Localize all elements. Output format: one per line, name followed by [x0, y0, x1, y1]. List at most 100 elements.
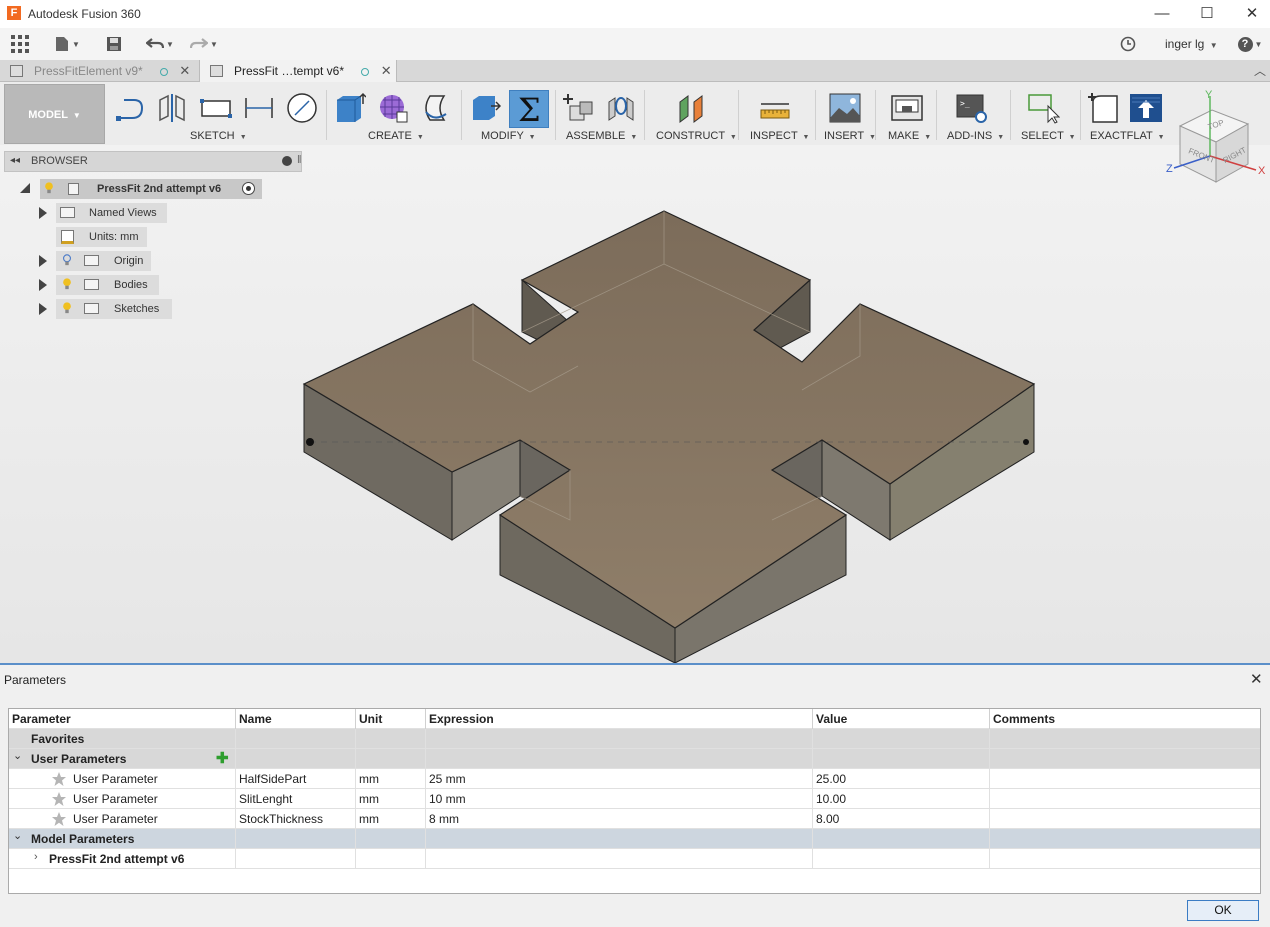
- sketch-circle-icon[interactable]: [286, 92, 318, 124]
- browser-item-bodies[interactable]: Bodies: [56, 275, 159, 295]
- cross-body[interactable]: [302, 210, 1036, 663]
- tab-pressfit-2nd-attempt[interactable]: PressFit …tempt v6* ✕: [199, 60, 397, 82]
- modify-menu[interactable]: MODIFY ▼: [481, 130, 536, 142]
- minimize-button[interactable]: —: [1140, 2, 1184, 26]
- column-header[interactable]: Name: [236, 709, 356, 729]
- 3d-print-icon[interactable]: [891, 92, 923, 124]
- visibility-bulb-icon[interactable]: [62, 302, 72, 314]
- create-menu[interactable]: CREATE ▼: [368, 130, 424, 142]
- expand-bodies-icon[interactable]: [39, 279, 47, 291]
- revolve-icon[interactable]: [420, 92, 452, 124]
- browser-minimize-icon[interactable]: [282, 156, 292, 166]
- expand-named-views-icon[interactable]: [39, 207, 47, 219]
- design-canvas[interactable]: [0, 145, 1270, 663]
- extrude-icon[interactable]: [334, 92, 367, 124]
- save-icon[interactable]: [103, 32, 125, 56]
- close-tab-icon[interactable]: ✕: [381, 60, 392, 82]
- cell-expression[interactable]: 8 mm: [426, 809, 813, 829]
- ok-button[interactable]: OK: [1187, 900, 1259, 921]
- cell-name[interactable]: SlitLenght: [236, 789, 356, 809]
- browser-item-named-views[interactable]: Named Views: [56, 203, 167, 223]
- expand-sketches-icon[interactable]: [39, 303, 47, 315]
- column-header[interactable]: Comments: [990, 709, 1260, 729]
- cell-unit[interactable]: mm: [356, 789, 426, 809]
- sketch-point[interactable]: [1023, 439, 1029, 445]
- insert-image-icon[interactable]: [829, 92, 861, 124]
- joint-icon[interactable]: [605, 92, 637, 124]
- exactflat-export-icon[interactable]: [1130, 92, 1162, 124]
- table-row[interactable]: User Parameter SlitLenght mm 10 mm 10.00: [9, 789, 1260, 809]
- close-tab-icon[interactable]: ✕: [179, 60, 190, 82]
- cell-comments[interactable]: [990, 809, 1260, 829]
- column-header[interactable]: Value: [813, 709, 990, 729]
- make-menu[interactable]: MAKE ▼: [888, 130, 931, 142]
- add-parameter-icon[interactable]: ✚: [216, 751, 229, 767]
- help-menu[interactable]: ? ▼: [1234, 32, 1266, 56]
- tab-pressfitelement[interactable]: PressFitElement v9* ✕: [0, 60, 198, 82]
- press-pull-icon[interactable]: [469, 92, 502, 124]
- redo-icon[interactable]: ▼: [187, 32, 221, 56]
- job-status-clock-icon[interactable]: [1117, 32, 1139, 56]
- scripts-addins-icon[interactable]: >_: [956, 92, 988, 124]
- close-dialog-icon[interactable]: ✕: [1250, 670, 1263, 688]
- collapse-toolbar-icon[interactable]: ︿: [1254, 62, 1266, 79]
- browser-header[interactable]: ◂◂ BROWSER ‖: [4, 151, 302, 172]
- browser-resize-handle[interactable]: ‖: [297, 154, 302, 166]
- user-parameters-group-row[interactable]: ⌄ User Parameters ✚: [9, 749, 1260, 769]
- sketch-dimension-icon[interactable]: [243, 92, 275, 124]
- change-parameters-icon[interactable]: Σ: [509, 90, 549, 129]
- visibility-bulb-icon[interactable]: [44, 182, 54, 194]
- browser-item-origin[interactable]: Origin: [56, 251, 151, 271]
- visibility-bulb-icon[interactable]: [62, 278, 72, 290]
- construct-menu[interactable]: CONSTRUCT ▼: [656, 130, 737, 142]
- favorites-group-row[interactable]: Favorites: [9, 729, 1260, 749]
- model-viewport[interactable]: [0, 145, 1270, 663]
- workspace-switcher[interactable]: MODEL ▼: [4, 84, 105, 144]
- cell-unit[interactable]: mm: [356, 769, 426, 789]
- assemble-menu[interactable]: ASSEMBLE ▼: [566, 130, 637, 142]
- exactflat-new-icon[interactable]: [1087, 92, 1119, 124]
- column-header[interactable]: Unit: [356, 709, 426, 729]
- exactflat-menu[interactable]: EXACTFLAT ▼: [1090, 130, 1165, 142]
- inspect-menu[interactable]: INSPECT ▼: [750, 130, 809, 142]
- form-tspline-icon[interactable]: [377, 92, 409, 124]
- cell-name[interactable]: HalfSidePart: [236, 769, 356, 789]
- select-window-icon[interactable]: [1028, 92, 1061, 124]
- user-account-menu[interactable]: inger lg ▼: [1165, 37, 1218, 51]
- model-parameters-component-row[interactable]: › PressFit 2nd attempt v6: [9, 849, 1260, 869]
- select-menu[interactable]: SELECT ▼: [1021, 130, 1076, 142]
- new-component-icon[interactable]: [562, 92, 594, 124]
- add-ins-menu[interactable]: ADD-INS ▼: [947, 130, 1004, 142]
- sketch-point[interactable]: [306, 438, 314, 446]
- data-panel-grid-icon[interactable]: [8, 32, 32, 56]
- offset-plane-icon[interactable]: [676, 92, 708, 124]
- maximize-button[interactable]: ☐: [1185, 2, 1229, 26]
- column-header[interactable]: Parameter: [9, 709, 236, 729]
- browser-item-units[interactable]: Units: mm: [56, 227, 147, 247]
- browser-item-sketches[interactable]: Sketches: [56, 299, 172, 319]
- table-row[interactable]: User Parameter HalfSidePart mm 25 mm 25.…: [9, 769, 1260, 789]
- measure-icon[interactable]: [759, 92, 791, 124]
- close-window-button[interactable]: ✕: [1230, 2, 1270, 26]
- table-row[interactable]: User Parameter StockThickness mm 8 mm 8.…: [9, 809, 1260, 829]
- cell-expression[interactable]: 25 mm: [426, 769, 813, 789]
- cell-name[interactable]: StockThickness: [236, 809, 356, 829]
- expand-origin-icon[interactable]: [39, 255, 47, 267]
- insert-menu[interactable]: INSERT ▼: [824, 130, 876, 142]
- cell-comments[interactable]: [990, 789, 1260, 809]
- cell-unit[interactable]: mm: [356, 809, 426, 829]
- model-parameters-group-row[interactable]: ⌄ Model Parameters: [9, 829, 1260, 849]
- sketch-menu[interactable]: SKETCH ▼: [190, 130, 247, 142]
- activate-component-icon[interactable]: [242, 182, 255, 195]
- cell-expression[interactable]: 10 mm: [426, 789, 813, 809]
- expand-root-icon[interactable]: [20, 183, 30, 193]
- sketch-rectangle-icon[interactable]: [200, 92, 232, 124]
- cell-comments[interactable]: [990, 769, 1260, 789]
- column-header[interactable]: Expression: [426, 709, 813, 729]
- file-menu-icon[interactable]: ▼: [52, 32, 82, 56]
- sketch-mirror-icon[interactable]: [156, 92, 188, 124]
- collapse-browser-icon[interactable]: ◂◂: [10, 155, 20, 166]
- viewcube[interactable]: TOP FRONT RIGHT Y X Z: [1160, 86, 1270, 186]
- sketch-line-icon[interactable]: [114, 92, 146, 124]
- browser-root-node[interactable]: PressFit 2nd attempt v6: [40, 179, 262, 199]
